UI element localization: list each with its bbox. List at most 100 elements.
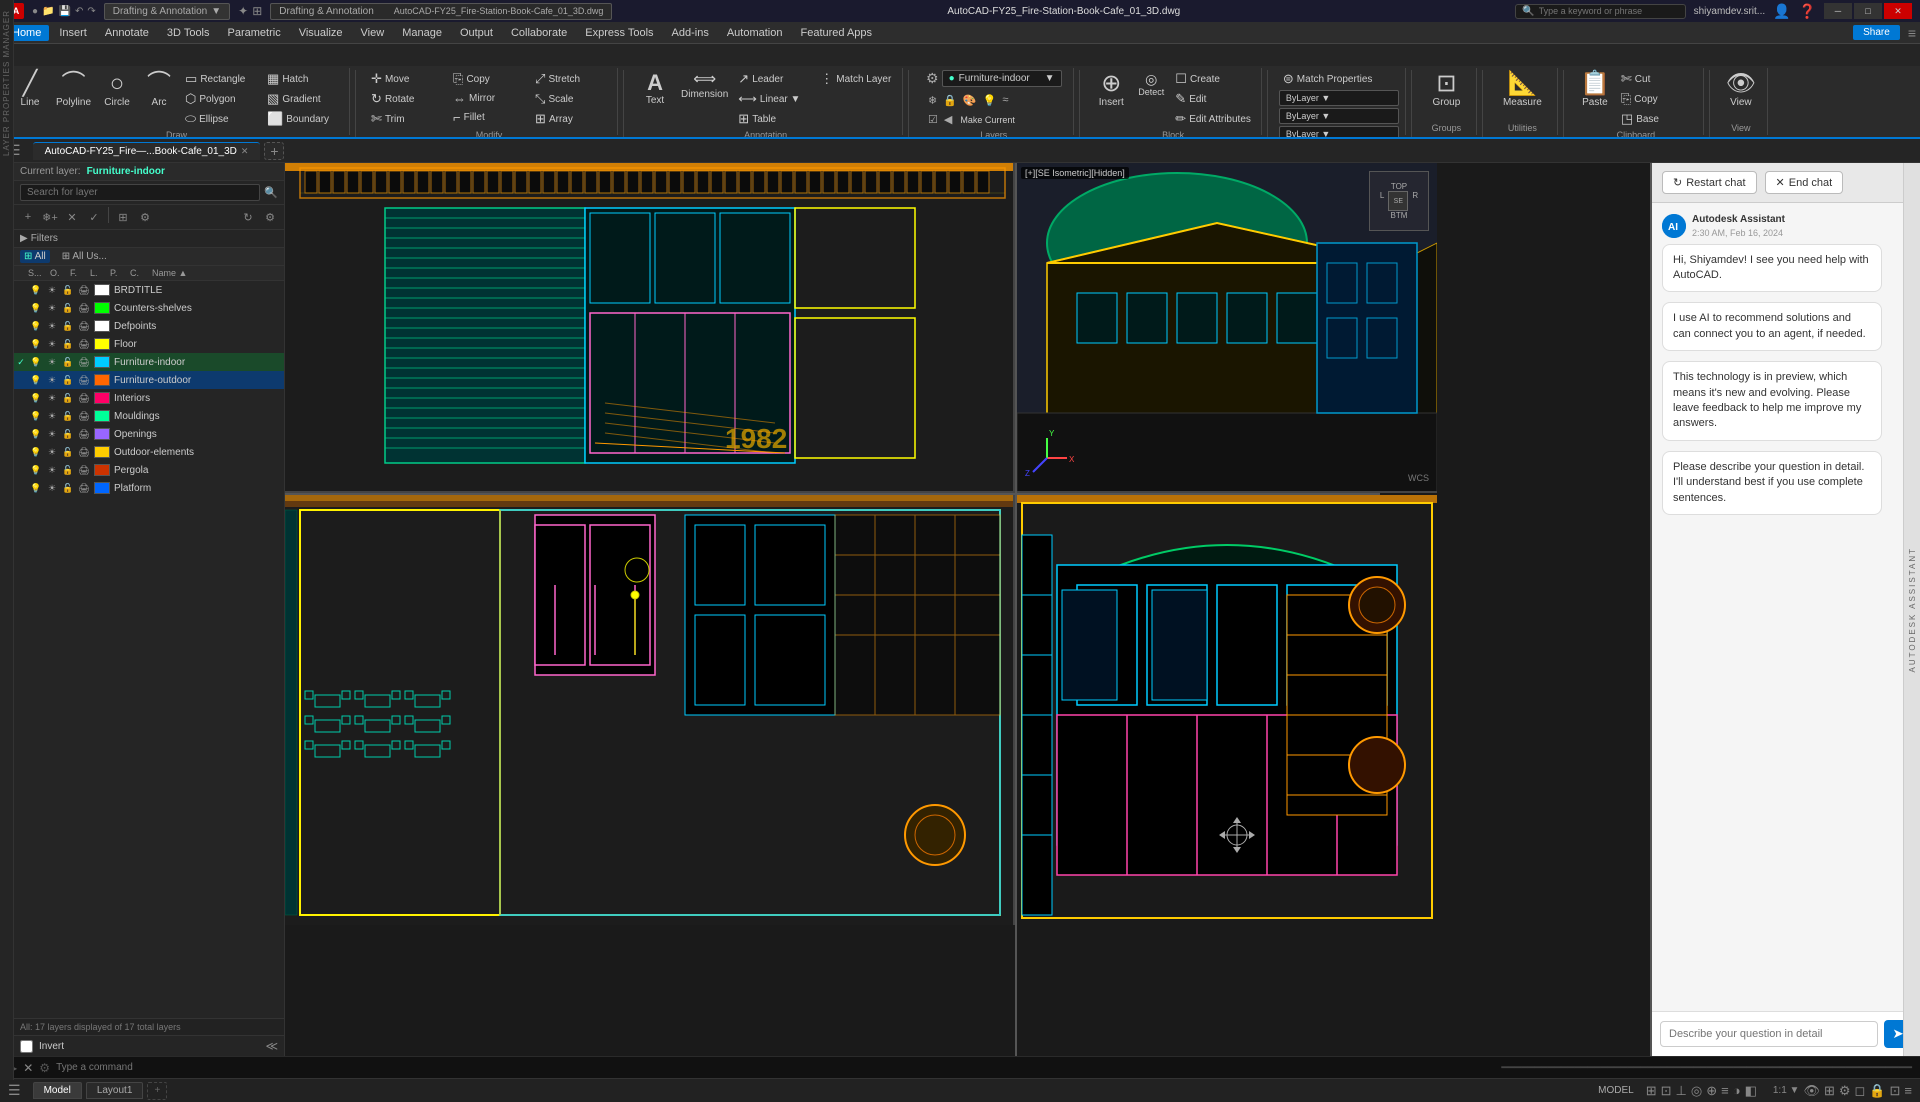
move-btn[interactable]: ✛Move — [367, 70, 447, 88]
command-cancel-btn[interactable]: ✕ — [23, 1061, 33, 1075]
copy-clip-btn[interactable]: ⎘Copy — [1617, 90, 1697, 108]
group-btn[interactable]: ⊡ Group — [1426, 70, 1466, 110]
hatch-btn[interactable]: ▦Hatch — [263, 70, 343, 88]
user-account[interactable]: shiyamdev.srit... — [1694, 6, 1766, 17]
share-btn[interactable]: Share — [1853, 25, 1900, 40]
more-options[interactable]: ≡ — [1908, 25, 1916, 41]
layer-color-btn[interactable]: 🎨 — [961, 92, 979, 109]
layer-row[interactable]: 💡 ☀ 🔓 🖨 Floor — [14, 335, 284, 353]
grid-btn[interactable]: ⊞ — [1646, 1083, 1657, 1099]
title-undo-btn[interactable]: ↶ — [75, 6, 83, 17]
layer-row[interactable]: 💡 ☀ 🔓 🖨 Platform — [14, 479, 284, 497]
doc-tab-main[interactable]: AutoCAD-FY25_Fire—...Book-Cafe_01_3D ✕ — [33, 142, 261, 160]
layout1-tab[interactable]: Layout1 — [86, 1082, 144, 1099]
insert-btn[interactable]: ⊕ Insert — [1091, 70, 1131, 110]
layer-freeze-btn[interactable]: ❄ — [926, 92, 939, 109]
ellipse-btn[interactable]: ⬭Ellipse — [181, 110, 261, 128]
transparency-btn[interactable]: ◑ — [1733, 1083, 1741, 1098]
mirror-btn[interactable]: ⇔Mirror — [449, 90, 529, 107]
delete-layer-btn[interactable]: ✕ — [62, 207, 82, 227]
view-btn[interactable]: 👁 View — [1721, 70, 1761, 110]
circle-btn[interactable]: ○ Circle — [97, 70, 137, 110]
snap-btn[interactable]: ⊡ — [1661, 1083, 1672, 1099]
edit-block-btn[interactable]: ✎Edit — [1171, 90, 1255, 108]
workspace-selector[interactable]: Drafting & Annotation ▼ — [104, 3, 230, 20]
arc-btn[interactable]: ⌒ Arc — [139, 70, 179, 110]
toolbar-icon-1[interactable]: ✦ — [238, 4, 248, 18]
layer-selector[interactable]: ● Furniture-indoor ▼ — [942, 70, 1062, 87]
chat-question-input[interactable] — [1660, 1021, 1878, 1047]
menu-annotate[interactable]: Annotate — [97, 25, 157, 41]
viewport-bottom-left[interactable] — [285, 495, 1015, 925]
dimension-btn[interactable]: ⟺ Dimension — [677, 70, 732, 102]
viewport-top-right[interactable]: [+][SE Isometric][Hidden] — [1017, 163, 1437, 493]
close-btn[interactable]: ✕ — [1884, 3, 1912, 19]
viewport[interactable]: 1982 [+][SE Isometric][Hidden] — [285, 163, 1650, 1056]
array-btn[interactable]: ⊞Array — [531, 110, 611, 128]
polygon-btn[interactable]: ⬡Polygon — [181, 90, 261, 108]
maximize-btn[interactable]: □ — [1854, 3, 1882, 19]
collapse-btn[interactable]: ≪ — [265, 1039, 278, 1053]
stretch-btn[interactable]: ⤢Stretch — [531, 70, 611, 88]
command-input[interactable] — [56, 1062, 773, 1073]
annotation-scale[interactable]: 1:1 ▼ — [1773, 1085, 1800, 1096]
create-block-btn[interactable]: ☐Create — [1171, 70, 1255, 88]
restart-chat-btn[interactable]: ↻ Restart chat — [1662, 171, 1757, 194]
menu-express[interactable]: Express Tools — [577, 25, 661, 41]
end-chat-btn[interactable]: ✕ End chat — [1765, 171, 1844, 194]
search-icon[interactable]: 🔍 — [264, 186, 278, 199]
invert-checkbox[interactable] — [20, 1040, 33, 1053]
rotate-btn[interactable]: ↻Rotate — [367, 90, 447, 108]
layer-row[interactable]: 💡 ☀ 🔓 🖨 Outdoor-elements — [14, 443, 284, 461]
command-scrollbar[interactable]: ━━━━━━━━━━━━━━━━━━━━━━━━━━━━━━━━━━━━━━━━… — [1501, 1061, 1912, 1074]
gradient-btn[interactable]: ▧Gradient — [263, 90, 343, 108]
layer-row[interactable]: ✓ 💡 ☀ 🔓 🖨 Furniture-indoor — [14, 353, 284, 371]
table-btn[interactable]: ⊞Table — [734, 110, 814, 128]
nav-menu-btn[interactable]: ☰ — [8, 1082, 21, 1099]
layer-on-btn[interactable]: 💡 — [981, 92, 999, 109]
new-freeze-layer-btn[interactable]: ❄+ — [40, 207, 60, 227]
viewport-bottom-right[interactable] — [1017, 495, 1437, 925]
account-icon[interactable]: 👤 — [1773, 3, 1790, 20]
menu-manage[interactable]: Manage — [394, 25, 450, 41]
menu-collaborate[interactable]: Collaborate — [503, 25, 575, 41]
layer-row[interactable]: 💡 ☀ 🔓 🖨 Defpoints — [14, 317, 284, 335]
toolbar-icon-2[interactable]: ⊞ — [252, 4, 262, 18]
osnap-btn[interactable]: ⊕ — [1706, 1083, 1717, 1099]
match-layer-btn[interactable]: ⋮Match Layer — [816, 70, 896, 88]
file-dropdown[interactable]: Drafting & Annotation AutoCAD-FY25_Fire-… — [270, 3, 612, 20]
measure-btn[interactable]: 📐 Measure — [1499, 70, 1546, 110]
full-screen-btn[interactable]: ⊡ — [1890, 1083, 1901, 1099]
layer-row[interactable]: 💡 ☀ 🔓 🖨 Furniture-outdoor — [14, 371, 284, 389]
layout-lock-btn[interactable]: 🔒 — [1869, 1083, 1885, 1099]
menu-addins[interactable]: Add-ins — [664, 25, 717, 41]
layer-panel-toggle[interactable]: ⚙ — [926, 70, 939, 87]
filter-all-item[interactable]: ⊞ All — [20, 250, 50, 263]
new-tab-btn[interactable]: + — [264, 142, 284, 160]
text-btn[interactable]: A Text — [635, 70, 675, 108]
title-save-btn[interactable]: 💾 — [59, 6, 71, 17]
title-open-btn[interactable]: 📁 — [42, 6, 54, 17]
filter-allused-item[interactable]: ⊞ All Us... — [58, 250, 111, 263]
help-icon[interactable]: ❓ — [1799, 3, 1816, 20]
rectangle-btn[interactable]: ▭Rectangle — [181, 70, 261, 88]
layer-search-input[interactable] — [20, 184, 260, 201]
search-input[interactable] — [1539, 6, 1679, 16]
ortho-btn[interactable]: ⊥ — [1676, 1083, 1687, 1099]
prop-linetype-dropdown[interactable]: ByLayer ▼ — [1279, 126, 1399, 137]
make-current-btn[interactable]: Make Current — [956, 111, 1019, 128]
refresh-btn[interactable]: ↻ — [238, 207, 258, 227]
layer-match-btn[interactable]: ≈ — [1000, 92, 1010, 109]
prop-color-dropdown[interactable]: ByLayer ▼ — [1279, 108, 1399, 124]
line-btn[interactable]: ╱ Line — [10, 70, 50, 110]
menu-parametric[interactable]: Parametric — [220, 25, 289, 41]
prop-layer-dropdown[interactable]: ByLayer ▼ — [1279, 90, 1399, 106]
layer-lock-btn[interactable]: 🔒 — [941, 92, 959, 109]
copy-btn[interactable]: ⎘Copy — [449, 70, 529, 88]
cut-btn[interactable]: ✄Cut — [1617, 70, 1697, 88]
layer-row[interactable]: 💡 ☀ 🔓 🖨 Counters-shelves — [14, 299, 284, 317]
leader-btn[interactable]: ↗Leader — [734, 70, 814, 88]
settings-btn[interactable]: ⚙ — [135, 207, 155, 227]
trim-btn[interactable]: ✄Trim — [367, 110, 447, 128]
layer-row[interactable]: 💡 ☀ 🔓 🖨 BRDTITLE — [14, 281, 284, 299]
